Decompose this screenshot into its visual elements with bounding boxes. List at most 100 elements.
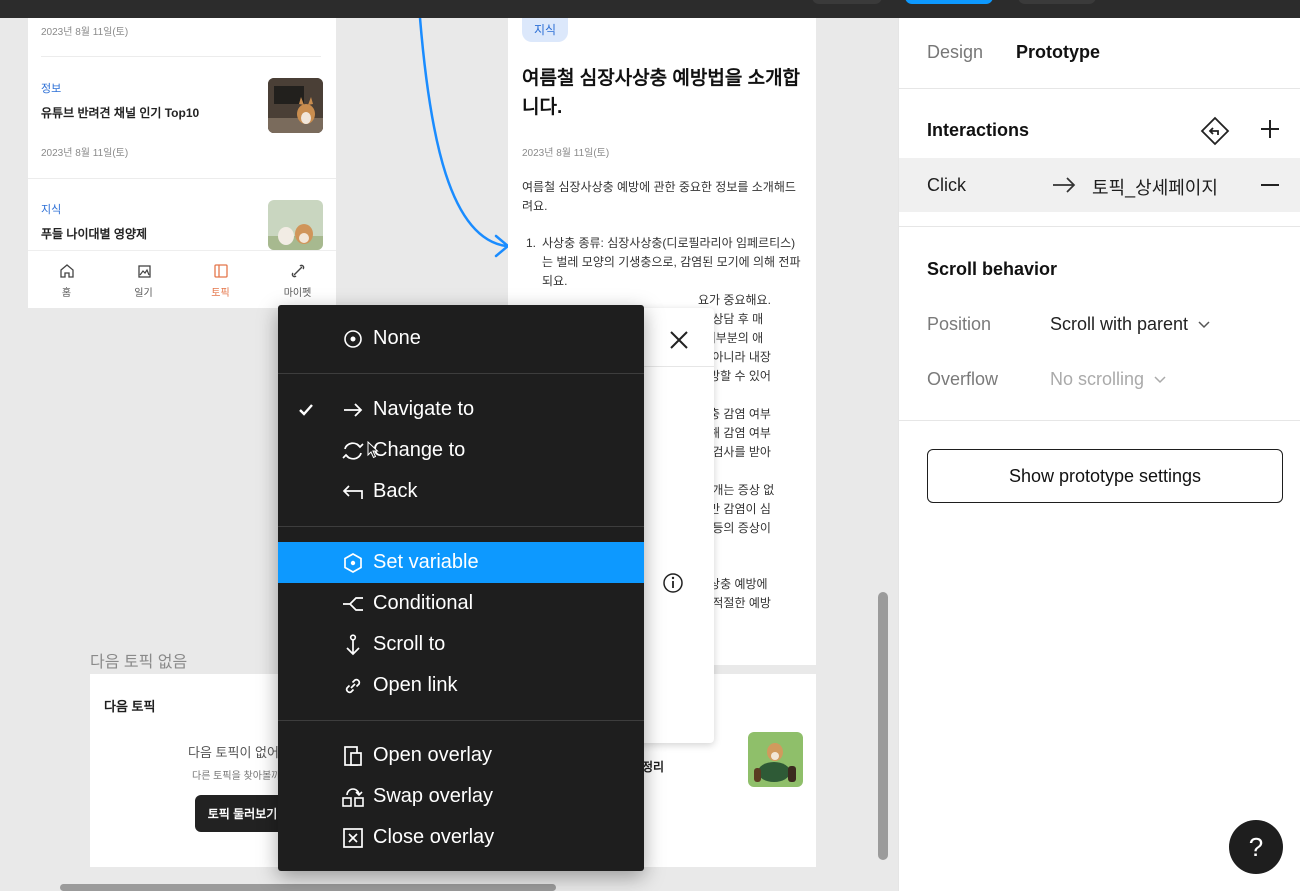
branch-icon <box>343 596 363 611</box>
overflow-value: No scrolling <box>1050 369 1145 389</box>
menu-item-label: Close overlay <box>373 826 495 848</box>
mouse-cursor-icon <box>367 441 379 459</box>
info-icon[interactable] <box>662 572 684 594</box>
menu-item-label: Set variable <box>373 551 479 573</box>
remove-icon[interactable] <box>1259 175 1281 195</box>
tab-home[interactable]: 홈 <box>28 251 105 308</box>
menu-item-label: Open link <box>373 674 458 696</box>
tab-prototype[interactable]: Prototype <box>1016 42 1100 63</box>
article-intro: 여름철 심장사상충 예방에 관한 중요한 정보를 소개해드려요. <box>522 180 796 213</box>
menu-item-set-variable[interactable]: Set variable <box>278 542 644 583</box>
menu-item-navigate-to[interactable]: Navigate to <box>278 389 644 430</box>
menu-item-label: None <box>373 327 421 349</box>
menu-item-open-link[interactable]: Open link <box>278 665 644 706</box>
menu-item-label: Conditional <box>373 592 474 614</box>
post-thumbnail <box>748 732 803 787</box>
position-value: Scroll with parent <box>1050 314 1189 334</box>
article-title: 여름철 심장사상충 예방법을 소개합니다. <box>522 68 801 118</box>
swap-arrows-icon <box>342 441 364 460</box>
anchor-icon <box>346 633 360 655</box>
topic-list-frame[interactable]: 2023년 8월 11일(토) 정보 유튜브 반려견 채널 인기 Top10 2… <box>28 18 336 308</box>
divider <box>28 178 336 179</box>
properties-panel: Design Prototype Interactions Click 토픽_상… <box>898 18 1300 891</box>
divider <box>899 88 1300 89</box>
overflow-label: Overflow <box>927 369 999 389</box>
post-category: 정보 <box>41 83 62 95</box>
arrow-right-icon <box>344 402 363 417</box>
empty-hint: 다른 토픽을 찾아볼까 <box>192 771 281 782</box>
menu-item-back[interactable]: Back <box>278 471 644 512</box>
post-title[interactable]: 푸들 나이대별 영양제 <box>41 225 147 242</box>
post-category: 지식 <box>41 204 62 216</box>
checkmark-icon <box>298 403 313 416</box>
interaction-flow-icon[interactable] <box>1199 115 1231 147</box>
menu-separator <box>278 720 644 721</box>
arrow-right-icon <box>1053 177 1076 193</box>
next-topic-title: 다음 토픽 <box>104 699 156 714</box>
list-item: 사상충 종류: 심장사상충(디로필라리아 임페르티스)는 벌레 모양의 기생충으… <box>542 236 801 288</box>
tab-label: 일기 <box>134 288 153 299</box>
menu-item-scroll-to[interactable]: Scroll to <box>278 624 644 665</box>
post-date: 2023년 8월 11일(토) <box>41 148 129 159</box>
article-list: 1. 사상충 종류: 심장사상충(디로필라리아 임페르티스)는 벌레 모양의 기… <box>522 234 802 291</box>
menu-item-none[interactable]: None <box>278 318 644 359</box>
toolbar-button[interactable] <box>1018 0 1096 4</box>
menu-separator <box>278 526 644 527</box>
scroll-behavior-title: Scroll behavior <box>927 259 1058 279</box>
vertical-scrollbar[interactable] <box>878 592 888 860</box>
image-icon <box>137 265 151 278</box>
tab-topic[interactable]: 토픽 <box>182 251 259 308</box>
empty-message: 다음 토픽이 없어 <box>188 745 279 760</box>
horizontal-scrollbar[interactable] <box>60 884 556 891</box>
article-date: 2023년 8월 11일(토) <box>522 148 610 159</box>
menu-item-label: Open overlay <box>373 744 492 766</box>
browse-topics-button[interactable]: 토픽 둘러보기 <box>195 795 290 832</box>
menu-item-label: Scroll to <box>373 633 446 655</box>
swap-overlay-icon <box>342 787 364 807</box>
close-icon[interactable] <box>668 329 690 351</box>
next-topic-frame[interactable]: 다음 토픽 다음 토픽이 없어 다른 토픽을 찾아볼까 토픽 둘러보기 <box>90 674 290 867</box>
divider <box>899 226 1300 227</box>
chevron-down-icon <box>1154 375 1166 383</box>
prototype-connection-arrow[interactable] <box>410 18 520 258</box>
show-prototype-settings-button[interactable]: Show prototype settings <box>927 449 1283 503</box>
menu-item-conditional[interactable]: Conditional <box>278 583 644 624</box>
menu-item-swap-overlay[interactable]: Swap overlay <box>278 776 644 817</box>
back-arrow-icon <box>342 484 363 499</box>
menu-item-change-to[interactable]: Change to <box>278 430 644 471</box>
tab-design[interactable]: Design <box>927 42 983 63</box>
hexagon-icon <box>344 552 362 573</box>
frame-label: 다음 토픽 없음 <box>90 654 188 671</box>
add-icon[interactable] <box>1259 118 1281 140</box>
menu-item-open-overlay[interactable]: Open overlay <box>278 735 644 776</box>
bottom-tab-bar: 홈 일기 토픽 마이펫 <box>28 250 336 308</box>
post-thumbnail <box>268 200 323 250</box>
position-label: Position <box>927 314 992 334</box>
menu-separator <box>278 373 644 374</box>
tab-mypet[interactable]: 마이펫 <box>259 251 336 308</box>
action-dropdown-menu: None Navigate to Change to Back Set vari… <box>278 305 644 871</box>
post-title[interactable]: 유튜브 반려견 채널 인기 Top10 <box>41 104 199 121</box>
interaction-row[interactable]: Click 토픽_상세페이지 <box>899 158 1300 212</box>
overflow-select[interactable]: No scrolling <box>1050 369 1166 390</box>
post-thumbnail <box>268 78 323 133</box>
post-date: 2023년 8월 11일(토) <box>41 27 129 38</box>
top-toolbar <box>0 0 1300 18</box>
toolbar-button[interactable] <box>812 0 882 4</box>
tab-label: 마이펫 <box>283 288 312 299</box>
divider <box>899 420 1300 421</box>
menu-item-close-overlay[interactable]: Close overlay <box>278 817 644 858</box>
help-button[interactable]: ? <box>1229 820 1283 874</box>
share-button[interactable] <box>905 0 993 4</box>
tab-label: 토픽 <box>211 288 230 299</box>
tab-diary[interactable]: 일기 <box>105 251 182 308</box>
bone-icon <box>291 264 304 278</box>
divider <box>41 56 321 57</box>
menu-item-label: Back <box>373 480 418 502</box>
category-chip: 지식 <box>522 18 569 42</box>
open-overlay-icon <box>344 745 362 766</box>
panel-icon <box>213 264 228 278</box>
close-overlay-icon <box>343 827 363 848</box>
position-select[interactable]: Scroll with parent <box>1050 314 1210 335</box>
menu-item-label: Swap overlay <box>373 785 494 807</box>
